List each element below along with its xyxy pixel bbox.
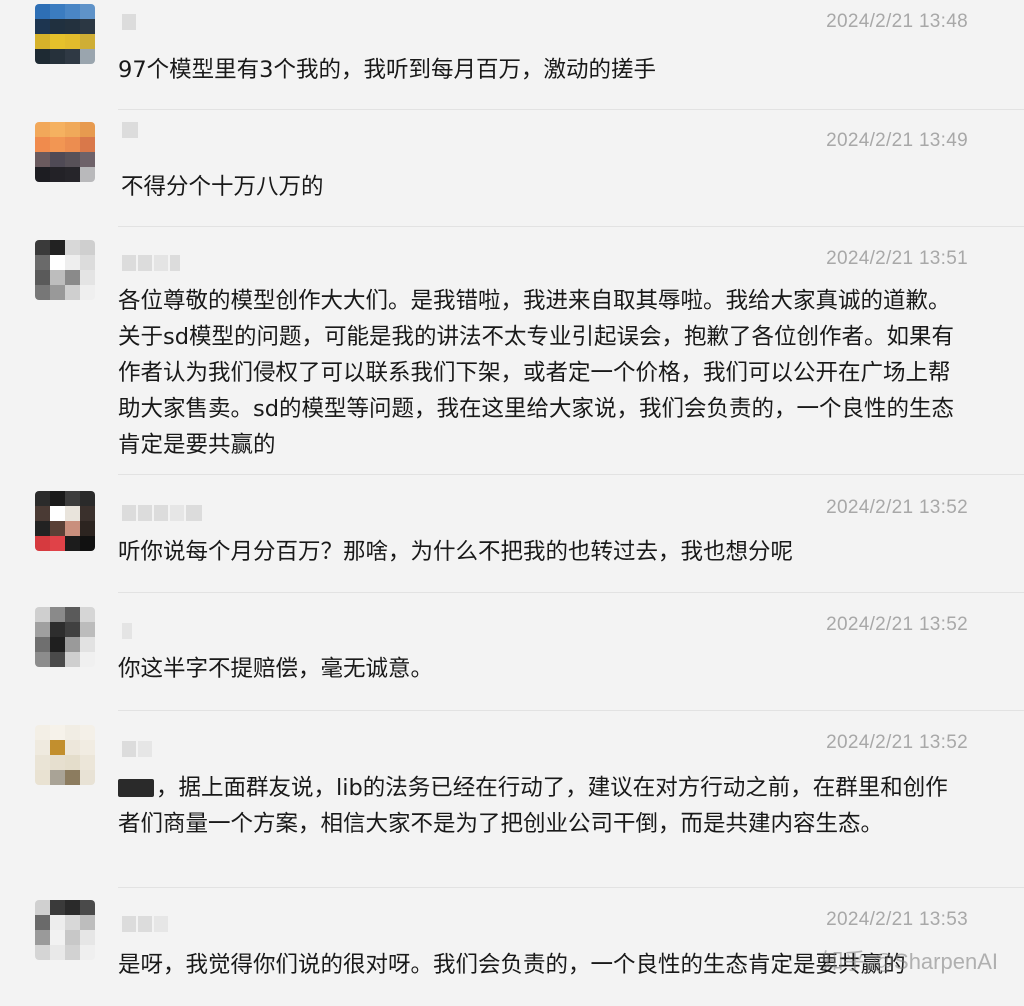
avatar[interactable] xyxy=(35,240,95,300)
watermark: 知乎 @SharpenAI xyxy=(821,949,998,974)
redacted-mention xyxy=(118,779,154,797)
sender-name-redacted xyxy=(122,122,138,138)
sender-name-redacted xyxy=(122,741,152,757)
message-text: 不得分个十万八万的 xyxy=(121,174,324,200)
message-timestamp: 2024/2/21 13:52 xyxy=(826,614,968,635)
chat-history: 2024/2/21 13:48 97个模型里有3个我的，我听到每月百万，激动的搓… xyxy=(0,0,1024,1006)
chat-message: 2024/2/21 13:48 97个模型里有3个我的，我听到每月百万，激动的搓… xyxy=(0,0,1024,108)
chat-message: 2024/2/21 13:51 各位尊敬的模型创作大大们。是我错啦，我进来自取其… xyxy=(0,227,1024,474)
message-timestamp: 2024/2/21 13:53 xyxy=(826,909,968,930)
message-text: 听你说每个月分百万？那啥，为什么不把我的也转过去，我也想分呢 xyxy=(118,539,794,565)
chat-message: 2024/2/21 13:49 不得分个十万八万的 xyxy=(0,110,1024,227)
sender-name-redacted xyxy=(122,623,132,639)
message-timestamp: 2024/2/21 13:48 xyxy=(826,11,968,32)
avatar[interactable] xyxy=(35,900,95,960)
sender-name-redacted xyxy=(122,255,180,271)
message-text: ，据上面群友说，lib的法务已经在行动了，建议在对方行动之前，在群里和创作者们商… xyxy=(118,770,968,842)
avatar[interactable] xyxy=(35,4,95,64)
message-text: 各位尊敬的模型创作大大们。是我错啦，我进来自取其辱啦。我给大家真诚的道歉。关于s… xyxy=(118,288,955,458)
sender-name-redacted xyxy=(122,505,202,521)
avatar[interactable] xyxy=(35,725,95,785)
sender-name-redacted xyxy=(122,14,136,30)
chat-message: 2024/2/21 13:52 你这半字不提赔偿，毫无诚意。 xyxy=(0,593,1024,710)
message-timestamp: 2024/2/21 13:52 xyxy=(826,497,968,518)
message-text: 你这半字不提赔偿，毫无诚意。 xyxy=(118,656,434,682)
chat-message: 2024/2/21 13:52 ，据上面群友说，lib的法务已经在行动了，建议在… xyxy=(0,711,1024,887)
message-timestamp: 2024/2/21 13:52 xyxy=(826,732,968,753)
avatar[interactable] xyxy=(35,491,95,551)
avatar[interactable] xyxy=(35,607,95,667)
message-text-body: ，据上面群友说，lib的法务已经在行动了，建议在对方行动之前，在群里和创作者们商… xyxy=(118,775,948,837)
message-text: 97个模型里有3个我的，我听到每月百万，激动的搓手 xyxy=(118,57,656,83)
chat-message: 2024/2/21 13:52 听你说每个月分百万？那啥，为什么不把我的也转过去… xyxy=(0,475,1024,592)
message-timestamp: 2024/2/21 13:51 xyxy=(826,248,968,269)
message-timestamp: 2024/2/21 13:49 xyxy=(826,130,968,151)
avatar[interactable] xyxy=(35,122,95,182)
sender-name-redacted xyxy=(122,916,168,932)
